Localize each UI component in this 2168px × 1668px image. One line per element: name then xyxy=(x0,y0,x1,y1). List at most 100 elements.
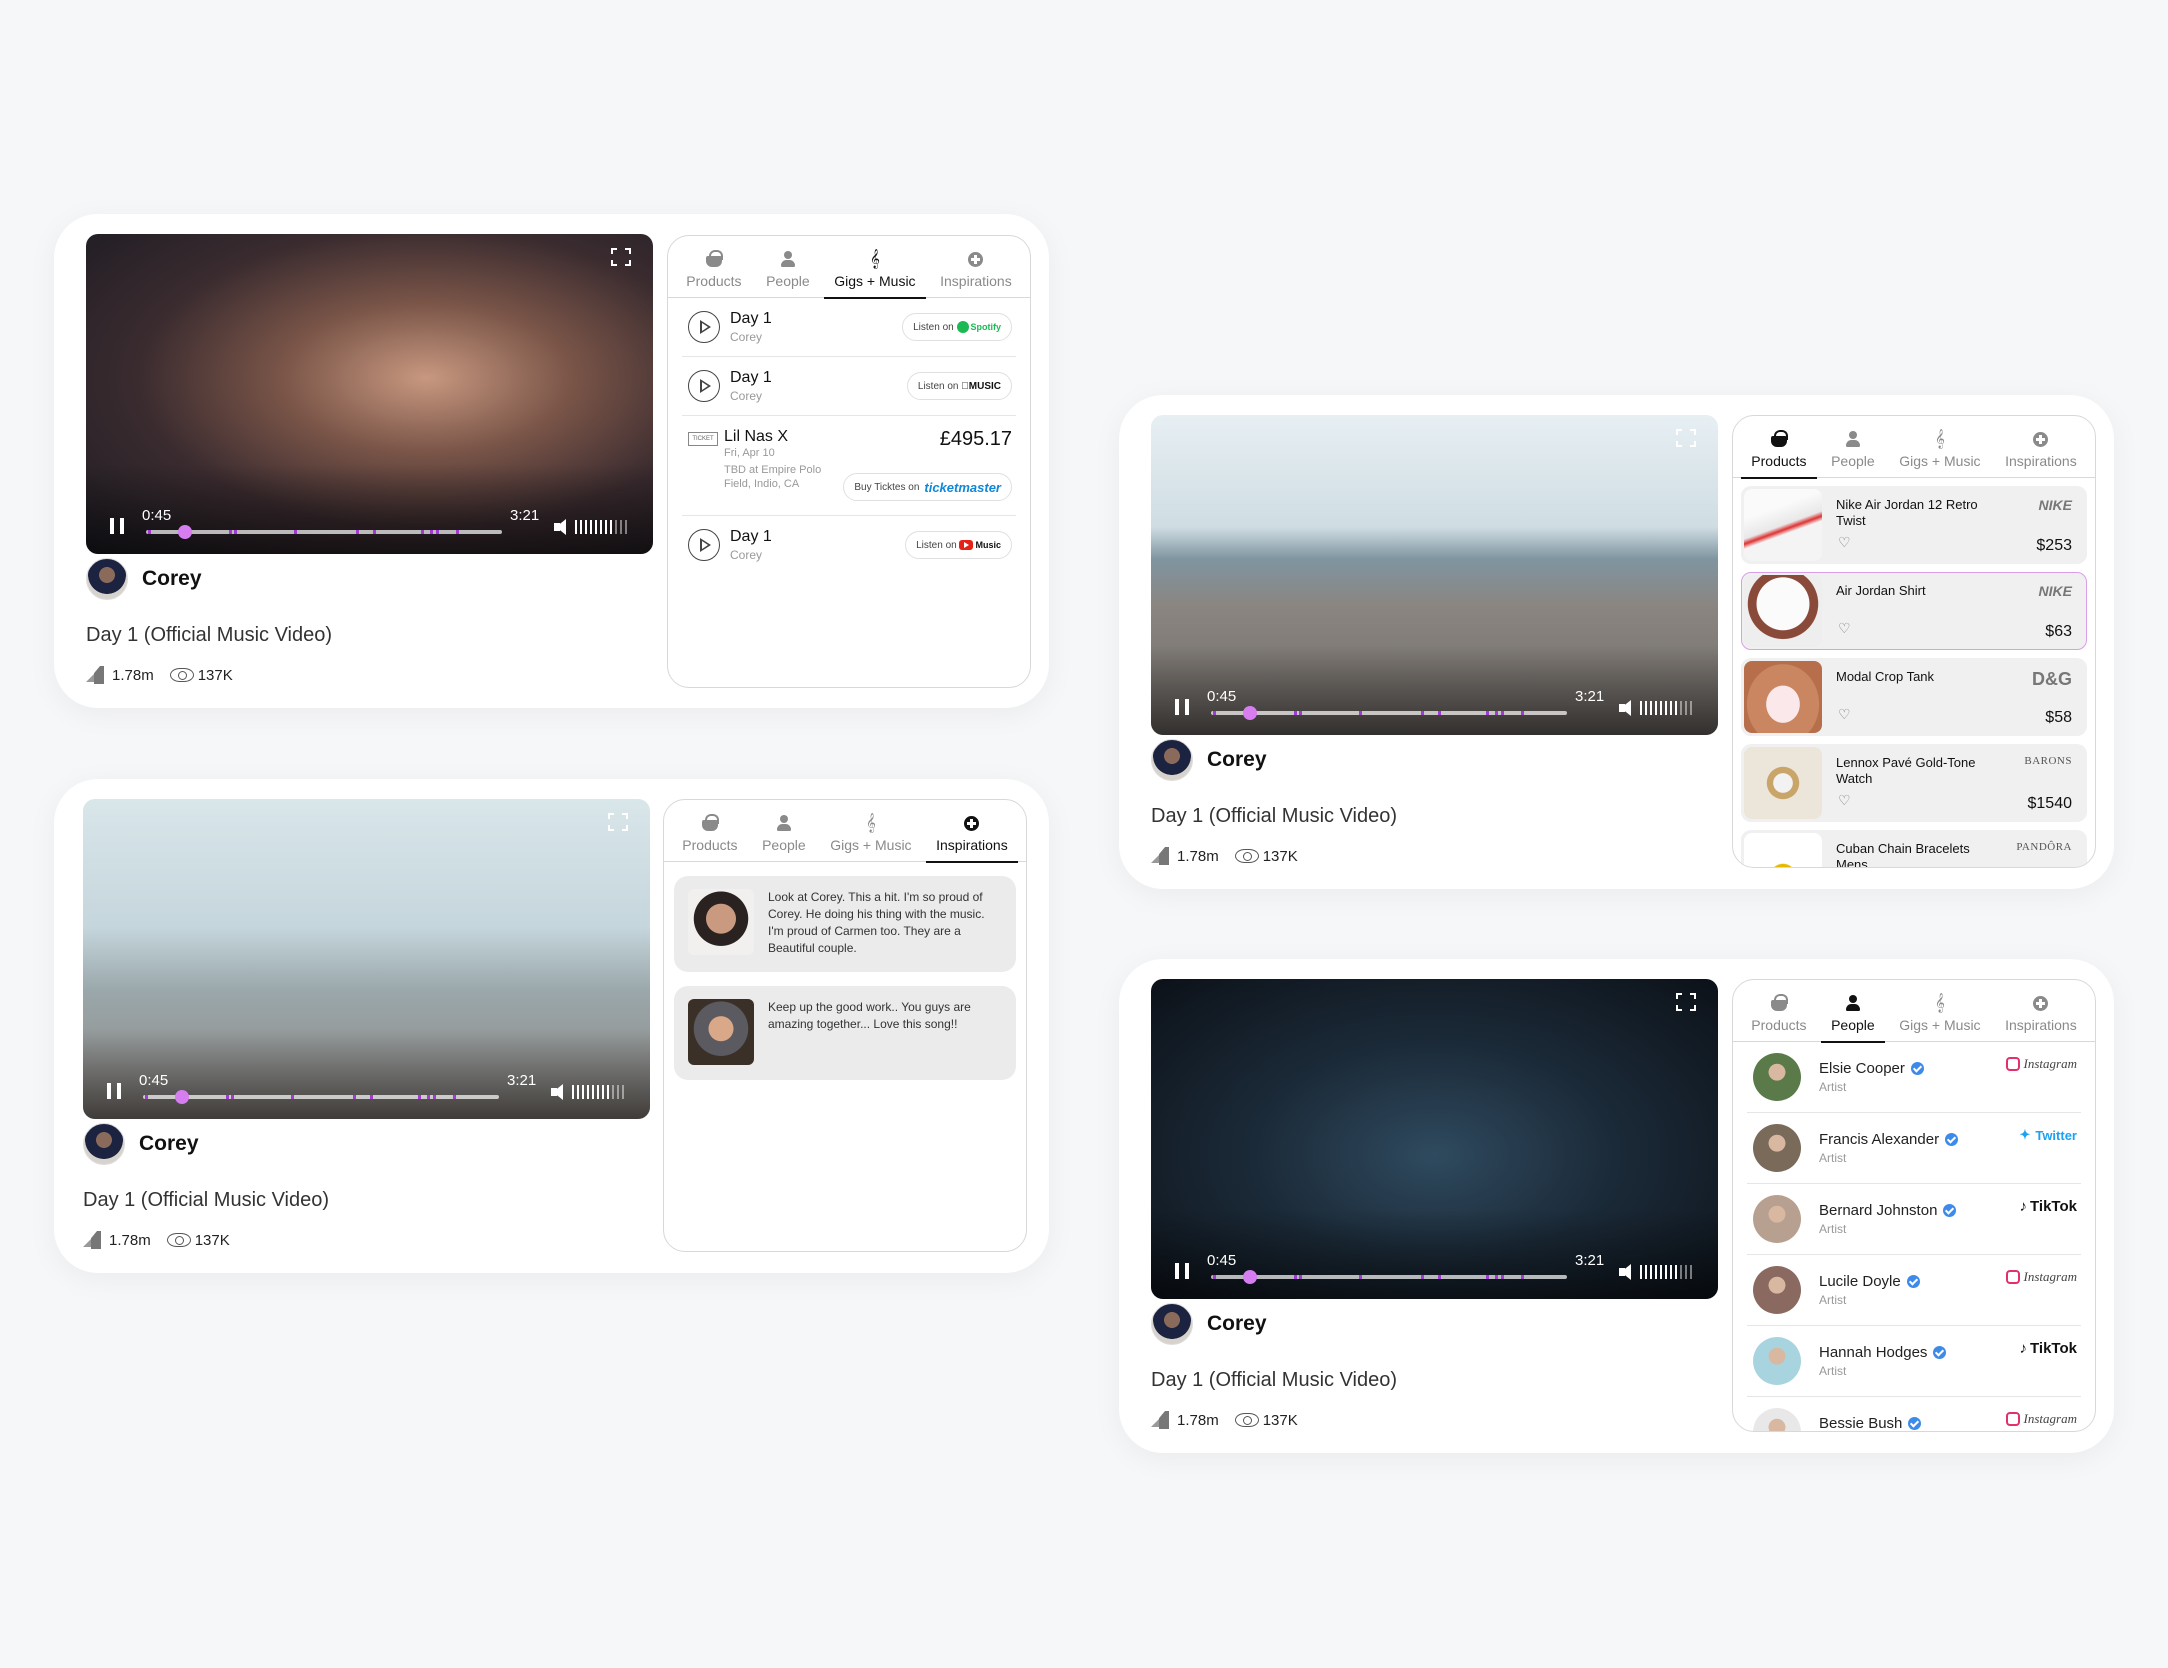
volume-bar[interactable] xyxy=(1655,1265,1657,1279)
person-name[interactable]: Bessie Bush xyxy=(1819,1415,1902,1431)
volume-bar[interactable] xyxy=(1680,701,1682,715)
tab-products[interactable]: Products xyxy=(1739,980,1819,1041)
volume-bar[interactable] xyxy=(587,1085,589,1099)
owner-name[interactable]: Corey xyxy=(1207,748,1267,772)
person-avatar[interactable] xyxy=(1753,1337,1801,1385)
tab-gigs-music[interactable]: 𝄞 Gigs + Music xyxy=(818,800,924,861)
tab-gigs-music[interactable]: 𝄞 Gigs + Music xyxy=(1887,416,1993,477)
volume-bar[interactable] xyxy=(1685,1265,1687,1279)
avatar[interactable] xyxy=(1151,739,1193,781)
product-item[interactable]: Nike Air Jordan 12 Retro Twist ♡ NIKE $253 xyxy=(1741,486,2087,564)
fullscreen-icon[interactable] xyxy=(608,813,628,831)
person-item[interactable]: Bessie BushArtistInstagram xyxy=(1747,1397,2081,1431)
speaker-icon[interactable] xyxy=(1619,700,1631,716)
volume-bar[interactable] xyxy=(607,1085,609,1099)
volume-bar[interactable] xyxy=(572,1085,574,1099)
avatar[interactable] xyxy=(1151,1303,1193,1345)
tab-products[interactable]: Products xyxy=(670,800,750,861)
volume-bar[interactable] xyxy=(1665,1265,1667,1279)
owner-name[interactable]: Corey xyxy=(139,1132,199,1156)
tab-gigs-music[interactable]: 𝄞 Gigs + Music xyxy=(822,236,928,299)
heart-icon[interactable]: ♡ xyxy=(1838,534,1851,551)
commenter-avatar[interactable] xyxy=(688,889,754,955)
volume-bar[interactable] xyxy=(1650,701,1652,715)
product-image[interactable] xyxy=(1744,747,1822,819)
share-icon[interactable] xyxy=(1151,1411,1171,1429)
tiktok-link[interactable]: ♪ TikTok xyxy=(2020,1198,2077,1215)
video-player[interactable]: 0:45 3:21 xyxy=(86,234,653,554)
instagram-link[interactable]: Instagram xyxy=(2005,1411,2077,1427)
gig-item[interactable]: TICKET Lil Nas X Fri, Apr 10 TBD at Empire … xyxy=(682,416,1016,516)
person-name[interactable]: Bernard Johnston xyxy=(1819,1202,1937,1219)
heart-icon[interactable]: ♡ xyxy=(1838,620,1851,637)
volume-bar[interactable] xyxy=(617,1085,619,1099)
fullscreen-icon[interactable] xyxy=(611,248,631,266)
volume-bar[interactable] xyxy=(622,1085,624,1099)
tab-people[interactable]: People xyxy=(750,800,818,861)
volume-bar[interactable] xyxy=(620,520,622,534)
buy-tickets-button[interactable]: Buy Ticktes on ticketmaster xyxy=(843,473,1012,501)
fullscreen-icon[interactable] xyxy=(1676,429,1696,447)
person-item[interactable]: Bernard Johnston Artist ♪ TikTok xyxy=(1747,1184,2081,1255)
volume-bar[interactable] xyxy=(1645,1265,1647,1279)
volume-bar[interactable] xyxy=(1675,1265,1677,1279)
person-avatar[interactable] xyxy=(1753,1124,1801,1172)
tab-products[interactable]: Products xyxy=(1739,416,1819,479)
tab-people[interactable]: People xyxy=(1819,416,1887,477)
product-image[interactable] xyxy=(1744,833,1822,867)
tab-products[interactable]: Products xyxy=(674,236,754,297)
volume-bar[interactable] xyxy=(1670,1265,1672,1279)
channel-owner[interactable]: Corey xyxy=(1151,1303,1267,1345)
owner-name[interactable]: Corey xyxy=(1207,1312,1267,1336)
volume-bar[interactable] xyxy=(585,520,587,534)
speaker-icon[interactable] xyxy=(554,519,566,535)
volume-bar[interactable] xyxy=(1675,701,1677,715)
volume-bar[interactable] xyxy=(1640,701,1642,715)
video-player[interactable]: 0:45 3:21 xyxy=(83,799,650,1119)
person-avatar[interactable] xyxy=(1753,1195,1801,1243)
pause-icon[interactable] xyxy=(107,1083,121,1099)
volume-control[interactable] xyxy=(551,1084,624,1100)
person-name[interactable]: Hannah Hodges xyxy=(1819,1344,1927,1361)
person-avatar[interactable] xyxy=(1753,1408,1801,1431)
volume-bar[interactable] xyxy=(605,520,607,534)
volume-bar[interactable] xyxy=(1650,1265,1652,1279)
volume-bar[interactable] xyxy=(612,1085,614,1099)
avatar[interactable] xyxy=(86,558,128,600)
volume-bar[interactable] xyxy=(575,520,577,534)
volume-bar[interactable] xyxy=(625,520,627,534)
heart-icon[interactable]: ♡ xyxy=(1838,792,1851,809)
volume-bar[interactable] xyxy=(590,520,592,534)
volume-bar[interactable] xyxy=(600,520,602,534)
listen-button[interactable]: Listen on Music xyxy=(905,531,1012,559)
video-player[interactable]: 0:45 3:21 xyxy=(1151,979,1718,1299)
person-item[interactable]: Elsie Cooper Artist Instagram xyxy=(1747,1042,2081,1113)
share-icon[interactable] xyxy=(86,666,106,684)
volume-bar[interactable] xyxy=(1665,701,1667,715)
product-item[interactable]: Modal Crop Tank ♡ D&G $58 xyxy=(1741,658,2087,736)
volume-bar[interactable] xyxy=(1685,701,1687,715)
volume-control[interactable] xyxy=(1619,1264,1692,1280)
pause-icon[interactable] xyxy=(1175,1263,1189,1279)
progress-bar[interactable] xyxy=(146,525,502,539)
person-name[interactable]: Francis Alexander xyxy=(1819,1131,1939,1148)
owner-name[interactable]: Corey xyxy=(142,567,202,591)
avatar[interactable] xyxy=(83,1123,125,1165)
channel-owner[interactable]: Corey xyxy=(83,1123,199,1165)
person-avatar[interactable] xyxy=(1753,1266,1801,1314)
tiktok-link[interactable]: ♪ TikTok xyxy=(2020,1340,2077,1357)
gig-item[interactable]: Day 1 Corey Listen on Spotify xyxy=(682,298,1016,357)
play-icon[interactable] xyxy=(688,529,720,561)
tab-gigs-music[interactable]: 𝄞 Gigs + Music xyxy=(1887,980,1993,1041)
volume-bar[interactable] xyxy=(1660,701,1662,715)
volume-bar[interactable] xyxy=(610,520,612,534)
tab-inspirations[interactable]: Inspirations xyxy=(1993,980,2089,1041)
instagram-link[interactable]: Instagram xyxy=(2005,1056,2077,1072)
play-icon[interactable] xyxy=(688,370,720,402)
volume-control[interactable] xyxy=(1619,700,1692,716)
product-item[interactable]: Cuban Chain Bracelets Mens♡PANDÔRA xyxy=(1741,830,2087,867)
heart-icon[interactable]: ♡ xyxy=(1838,706,1851,723)
progress-bar[interactable] xyxy=(1211,1270,1567,1284)
tab-inspirations[interactable]: Inspirations xyxy=(1993,416,2089,477)
volume-bar[interactable] xyxy=(1690,1265,1692,1279)
